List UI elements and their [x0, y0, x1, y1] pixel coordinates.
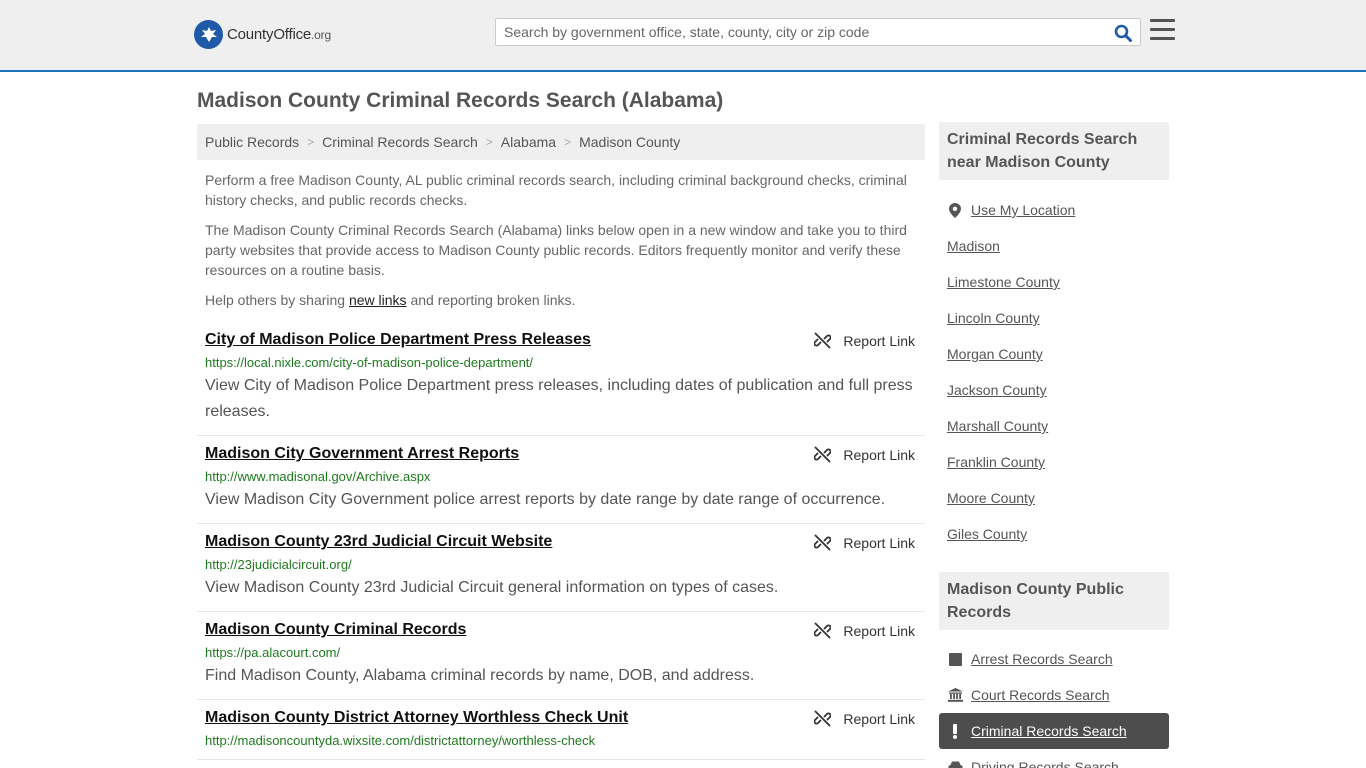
sidebar-nearby-link[interactable]: Jackson County	[947, 382, 1047, 398]
sidebar-item-moore-county[interactable]: Moore County	[939, 480, 1169, 516]
intro-paragraph-2: The Madison County Criminal Records Sear…	[205, 222, 907, 278]
car-icon	[947, 761, 963, 768]
report-link-button[interactable]: Report Link	[814, 332, 915, 349]
sidebar-item-madison[interactable]: Madison	[939, 228, 1169, 264]
sidebar-item-jackson-county[interactable]: Jackson County	[939, 372, 1169, 408]
report-link-button[interactable]: Report Link	[814, 446, 915, 463]
broken-link-icon	[814, 622, 832, 639]
result-url: http://www.madisonal.gov/Archive.aspx	[205, 469, 431, 484]
breadcrumb: Public Records > Criminal Records Search…	[197, 124, 925, 160]
result-url: https://local.nixle.com/city-of-madison-…	[205, 355, 534, 370]
sidebar-nearby-link[interactable]: Morgan County	[947, 346, 1043, 362]
result-description: View Madison City Government police arre…	[205, 491, 886, 508]
breadcrumb-separator-icon: >	[485, 135, 493, 149]
exclamation-icon	[947, 723, 963, 739]
breadcrumb-separator-icon: >	[307, 135, 315, 149]
result-item: Madison County 23rd Judicial Circuit Web…	[197, 524, 925, 612]
site-header: CountyOffice.org	[0, 0, 1366, 72]
sidebar-item-franklin-county[interactable]: Franklin County	[939, 444, 1169, 480]
sidebar-public-list: Arrest Records Search Court Records Searc…	[939, 641, 1169, 768]
report-link-button[interactable]: Report Link	[814, 710, 915, 727]
sidebar-item-marshall-county[interactable]: Marshall County	[939, 408, 1169, 444]
breadcrumb-criminal-records[interactable]: Criminal Records Search	[322, 134, 478, 150]
sidebar-public-title: Madison County Public Records	[939, 572, 1169, 630]
sidebar-item-arrest-records-search[interactable]: Arrest Records Search	[939, 641, 1169, 677]
results-list: City of Madison Police Department Press …	[197, 322, 925, 760]
hamburger-menu-icon[interactable]	[1150, 19, 1176, 43]
search-button[interactable]	[1112, 22, 1134, 44]
result-description: View Madison County 23rd Judicial Circui…	[205, 579, 779, 596]
sidebar-item-driving-records-search[interactable]: Driving Records Search	[939, 749, 1169, 768]
new-links-link[interactable]: new links	[349, 292, 407, 308]
broken-link-icon	[814, 534, 832, 551]
sidebar-nearby-link[interactable]: Franklin County	[947, 454, 1045, 470]
sidebar-item-limestone-county[interactable]: Limestone County	[939, 264, 1169, 300]
result-item: City of Madison Police Department Press …	[197, 322, 925, 436]
sidebar-public-link[interactable]: Driving Records Search	[971, 759, 1119, 768]
use-location-link[interactable]: Use My Location	[971, 202, 1075, 218]
report-link-label: Report Link	[843, 332, 915, 349]
sidebar-public-link[interactable]: Court Records Search	[971, 687, 1110, 703]
broken-link-icon	[814, 446, 832, 463]
intro-paragraph-3: Help others by sharing new links and rep…	[205, 292, 576, 308]
report-link-label: Report Link	[843, 710, 915, 727]
sidebar-item-court-records-search[interactable]: Court Records Search	[939, 677, 1169, 713]
sidebar-item-morgan-county[interactable]: Morgan County	[939, 336, 1169, 372]
site-logo[interactable]: CountyOffice.org	[194, 20, 331, 49]
logo-badge-icon	[194, 20, 223, 49]
report-link-label: Report Link	[843, 446, 915, 463]
result-url: http://madisoncountyda.wixsite.com/distr…	[205, 733, 596, 748]
result-item: Madison County District Attorney Worthle…	[197, 700, 925, 760]
courthouse-icon	[947, 688, 963, 702]
intro-paragraph-1: Perform a free Madison County, AL public…	[205, 172, 907, 208]
result-title-link[interactable]: Madison City Government Arrest Reports	[205, 444, 519, 464]
intro-text: Perform a free Madison County, AL public…	[205, 170, 917, 320]
page-title: Madison County Criminal Records Search (…	[197, 89, 724, 112]
result-url: https://pa.alacourt.com/	[205, 645, 341, 660]
result-title-link[interactable]: Madison County District Attorney Worthle…	[205, 708, 628, 728]
result-title-link[interactable]: Madison County 23rd Judicial Circuit Web…	[205, 532, 552, 552]
sidebar-nearby-list: Use My Location Madison Limestone County L…	[939, 192, 1169, 552]
result-item: Madison City Government Arrest Reports Re…	[197, 436, 925, 524]
breadcrumb-separator-icon: >	[564, 135, 572, 149]
sidebar-item-use-location[interactable]: Use My Location	[939, 192, 1169, 228]
result-description: View City of Madison Police Department p…	[205, 377, 913, 420]
square-icon	[947, 652, 963, 666]
sidebar-item-giles-county[interactable]: Giles County	[939, 516, 1169, 552]
sidebar-nearby-title: Criminal Records Search near Madison Cou…	[939, 122, 1169, 180]
search-icon	[1114, 24, 1132, 42]
breadcrumb-madison-county[interactable]: Madison County	[579, 134, 680, 150]
broken-link-icon	[814, 710, 832, 727]
sidebar-nearby-link[interactable]: Marshall County	[947, 418, 1048, 434]
result-title-link[interactable]: Madison County Criminal Records	[205, 620, 466, 640]
report-link-label: Report Link	[843, 534, 915, 551]
result-url: http://23judicialcircuit.org/	[205, 557, 352, 572]
report-link-label: Report Link	[843, 622, 915, 639]
breadcrumb-alabama[interactable]: Alabama	[501, 134, 556, 150]
sidebar-nearby-link[interactable]: Limestone County	[947, 274, 1060, 290]
sidebar-nearby-link[interactable]: Giles County	[947, 526, 1027, 542]
search-box	[495, 18, 1141, 46]
sidebar-nearby-link[interactable]: Moore County	[947, 490, 1035, 506]
report-link-button[interactable]: Report Link	[814, 622, 915, 639]
result-description: Find Madison County, Alabama criminal re…	[205, 667, 755, 684]
sidebar-item-criminal-records-search[interactable]: Criminal Records Search	[939, 713, 1169, 749]
sidebar-item-lincoln-county[interactable]: Lincoln County	[939, 300, 1169, 336]
sidebar-nearby-link[interactable]: Madison	[947, 238, 1000, 254]
location-pin-icon	[947, 202, 963, 218]
broken-link-icon	[814, 332, 832, 349]
breadcrumb-public-records[interactable]: Public Records	[205, 134, 299, 150]
result-item: Madison County Criminal Records Report Li…	[197, 612, 925, 700]
sidebar-public-link[interactable]: Criminal Records Search	[971, 723, 1127, 739]
result-title-link[interactable]: City of Madison Police Department Press …	[205, 330, 591, 350]
report-link-button[interactable]: Report Link	[814, 534, 915, 551]
sidebar-public-link[interactable]: Arrest Records Search	[971, 651, 1113, 667]
search-input[interactable]	[496, 19, 1106, 45]
logo-text: CountyOffice.org	[227, 26, 331, 43]
sidebar-nearby-link[interactable]: Lincoln County	[947, 310, 1040, 326]
